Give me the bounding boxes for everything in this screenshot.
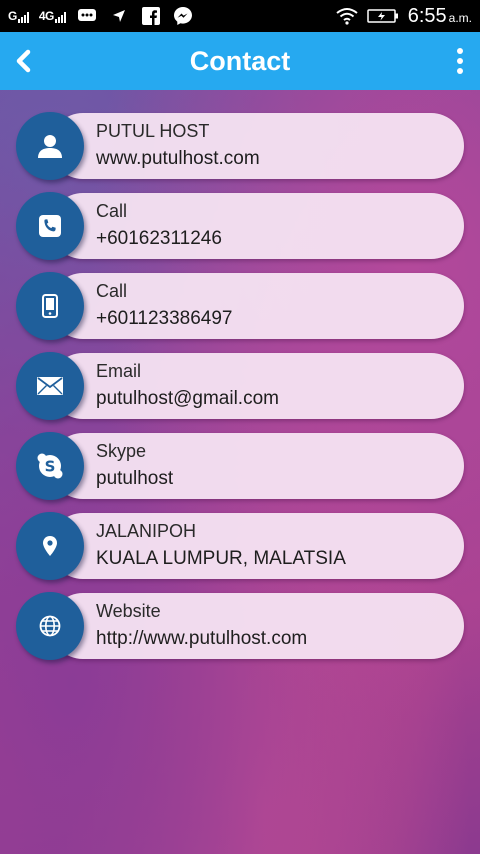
app-bar: Contact: [0, 32, 480, 90]
facebook-icon: [140, 6, 162, 26]
signal-bars-icon: [54, 12, 66, 23]
signal-bars-icon: [17, 12, 29, 23]
contact-value: +60162311246: [96, 228, 222, 249]
page-title: Contact: [189, 45, 291, 76]
signal-strength-2: 4G: [39, 9, 66, 23]
svg-text:S: S: [45, 458, 56, 476]
menu-dot-icon: [457, 58, 463, 64]
contact-item-mobile[interactable]: Call +601123386497: [16, 272, 464, 340]
phone-icon: [16, 192, 84, 260]
overflow-menu-button[interactable]: [450, 44, 470, 78]
contact-value: www.putulhost.com: [96, 148, 260, 169]
menu-dot-icon: [457, 48, 463, 54]
menu-dot-icon: [457, 68, 463, 74]
contact-value: KUALA LUMPUR, MALATSIA: [96, 548, 346, 569]
mobile-icon: [16, 272, 84, 340]
contact-value: putulhost@gmail.com: [96, 388, 279, 409]
contact-label: Email: [96, 361, 142, 381]
signal-2-label: 4G: [38, 9, 55, 23]
status-bar: G 4G 6:55 a.m.: [0, 0, 480, 32]
contact-item-skype[interactable]: S Skype putulhost: [16, 432, 464, 500]
signal-strength-1: G: [8, 9, 29, 23]
clock-ampm: a.m.: [448, 10, 472, 25]
messenger-icon: [172, 6, 194, 26]
person-icon: [16, 112, 84, 180]
contact-item-website[interactable]: Website http://www.putulhost.com: [16, 592, 464, 660]
clock-time: 6:55: [407, 4, 447, 27]
message-icon: [76, 6, 98, 26]
contact-item-name[interactable]: PUTUL HOST www.putulhost.com: [16, 112, 464, 180]
clock: 6:55 a.m.: [408, 5, 472, 28]
battery-charging-icon: [366, 6, 400, 26]
contact-item-address[interactable]: JALANIPOH KUALA LUMPUR, MALATSIA: [16, 512, 464, 580]
signal-1-label: G: [8, 9, 17, 23]
contact-value: http://www.putulhost.com: [96, 628, 308, 649]
wifi-icon: [336, 6, 358, 26]
contact-item-phone[interactable]: Call +60162311246: [16, 192, 464, 260]
contact-item-email[interactable]: Email putulhost@gmail.com: [16, 352, 464, 420]
skype-icon: S: [16, 432, 84, 500]
chevron-left-icon: [16, 49, 31, 73]
contact-label: JALANIPOH: [96, 521, 197, 541]
contact-label: Call: [96, 201, 128, 221]
email-icon: [16, 352, 84, 420]
contact-label: Call: [96, 281, 128, 301]
contact-label: Skype: [96, 441, 147, 461]
location-pin-icon: [16, 512, 84, 580]
globe-icon: [16, 592, 84, 660]
contact-label: PUTUL HOST: [96, 121, 210, 141]
navigation-icon: [108, 6, 130, 26]
contact-label: Website: [96, 601, 161, 621]
contact-value: +601123386497: [96, 308, 233, 329]
contact-value: putulhost: [96, 468, 174, 489]
back-button[interactable]: [8, 46, 38, 76]
